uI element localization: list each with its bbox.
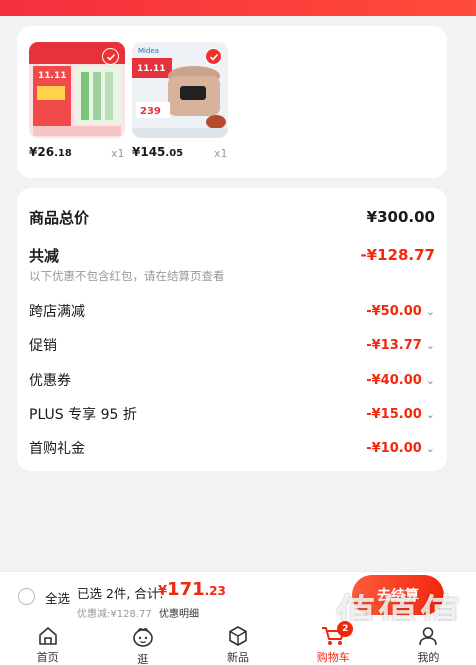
price-summary-card: 商品总价 ¥300.00 共减 -¥128.77 以下优惠不包含红包，请在结算页… — [17, 188, 447, 471]
total-reduction-label: 共减 — [29, 246, 60, 265]
discount-row-first-purchase[interactable]: 首购礼金 -¥10.00 ⌄ — [29, 436, 435, 460]
discount-note: 优惠减:¥128.77 — [77, 609, 152, 620]
tab-browse[interactable]: 逛 — [95, 621, 190, 665]
selected-check-icon[interactable] — [205, 48, 222, 65]
sum-price: ¥171.23 — [158, 579, 226, 600]
product-2-banner-text: 11.11 — [137, 64, 165, 74]
tab-label: 首页 — [36, 651, 59, 664]
discount-row-promotion[interactable]: 促销 -¥13.77 ⌄ — [29, 333, 435, 357]
box-icon — [225, 625, 251, 647]
chevron-down-icon[interactable]: ⌄ — [426, 339, 435, 352]
select-all-radio[interactable] — [18, 588, 35, 605]
tab-cart[interactable]: 2 购物车 — [286, 621, 381, 665]
goods-card: 11.11 ¥26.18 x1 Midea 11.11 239 ¥145.05 … — [17, 26, 447, 178]
product-2-brand-text: Midea — [138, 47, 159, 55]
discount-value: -¥13.77 — [366, 337, 422, 353]
total-reduction-row: 共减 -¥128.77 — [29, 243, 435, 267]
discount-detail-link[interactable]: 优惠明细 — [159, 605, 199, 620]
total-price-row: 商品总价 ¥300.00 — [29, 205, 435, 229]
home-icon — [35, 625, 61, 647]
top-header-strip — [0, 0, 476, 16]
discount-row-plus[interactable]: PLUS 专享 95 折 -¥15.00 ⌄ — [29, 402, 435, 426]
chevron-down-icon[interactable]: ⌄ — [426, 408, 435, 421]
total-reduction-value: -¥128.77 — [360, 246, 435, 264]
product-1-price: ¥26.18 — [29, 145, 72, 159]
discount-label: PLUS 专享 95 折 — [29, 407, 137, 423]
discount-label: 首购礼金 — [29, 441, 85, 457]
tab-label: 我的 — [417, 651, 440, 664]
discount-value: -¥50.00 — [366, 303, 422, 319]
discount-label: 优惠券 — [29, 373, 71, 389]
discount-row-coupon[interactable]: 优惠券 -¥40.00 ⌄ — [29, 368, 435, 392]
discount-label: 跨店满减 — [29, 304, 85, 320]
tab-new[interactable]: 新品 — [190, 621, 285, 665]
discount-hint: 以下优惠不包含红包，请在结算页查看 — [29, 269, 225, 283]
selected-count-text: 已选 2件, 合计: — [77, 586, 164, 601]
face-icon — [130, 625, 156, 649]
cart-count-badge: 2 — [337, 621, 354, 637]
chevron-down-icon[interactable]: ⌄ — [426, 374, 435, 387]
discount-value: -¥10.00 — [366, 440, 422, 456]
selected-check-icon[interactable] — [102, 48, 119, 65]
discount-value: -¥40.00 — [366, 372, 422, 388]
discount-value: -¥15.00 — [366, 406, 422, 422]
chevron-down-icon[interactable]: ⌄ — [426, 305, 435, 318]
product-thumbnail-1[interactable]: 11.11 — [29, 42, 125, 138]
user-icon — [415, 625, 441, 647]
checkout-button[interactable]: 去结算 — [352, 575, 444, 615]
checkout-bar: 全选 已选 2件, 合计: ¥171.23 优惠减:¥128.77 优惠明细 去… — [0, 571, 476, 621]
tab-me[interactable]: 我的 — [381, 621, 476, 665]
discount-row-cross-store[interactable]: 跨店满减 -¥50.00 ⌄ — [29, 299, 435, 323]
total-price-label: 商品总价 — [29, 208, 90, 227]
tab-label: 购物车 — [316, 651, 350, 664]
product-1-banner-text: 11.11 — [38, 71, 66, 81]
product-2-promo-price: 239 — [140, 106, 161, 117]
product-2-qty: x1 — [214, 147, 228, 160]
tab-label: 逛 — [137, 653, 149, 665]
tab-home[interactable]: 首页 — [0, 621, 95, 665]
select-all-label[interactable]: 全选 — [45, 588, 70, 607]
chevron-down-icon[interactable]: ⌄ — [426, 442, 435, 455]
discount-label: 促销 — [29, 338, 57, 354]
product-thumbnail-2[interactable]: Midea 11.11 239 — [132, 42, 228, 138]
total-price-value: ¥300.00 — [366, 208, 435, 226]
bottom-tab-bar: 首页 逛 新品 2 购物车 我的 — [0, 621, 476, 665]
tab-label: 新品 — [227, 651, 249, 664]
product-1-qty: x1 — [111, 147, 125, 160]
product-2-price: ¥145.05 — [132, 145, 184, 159]
